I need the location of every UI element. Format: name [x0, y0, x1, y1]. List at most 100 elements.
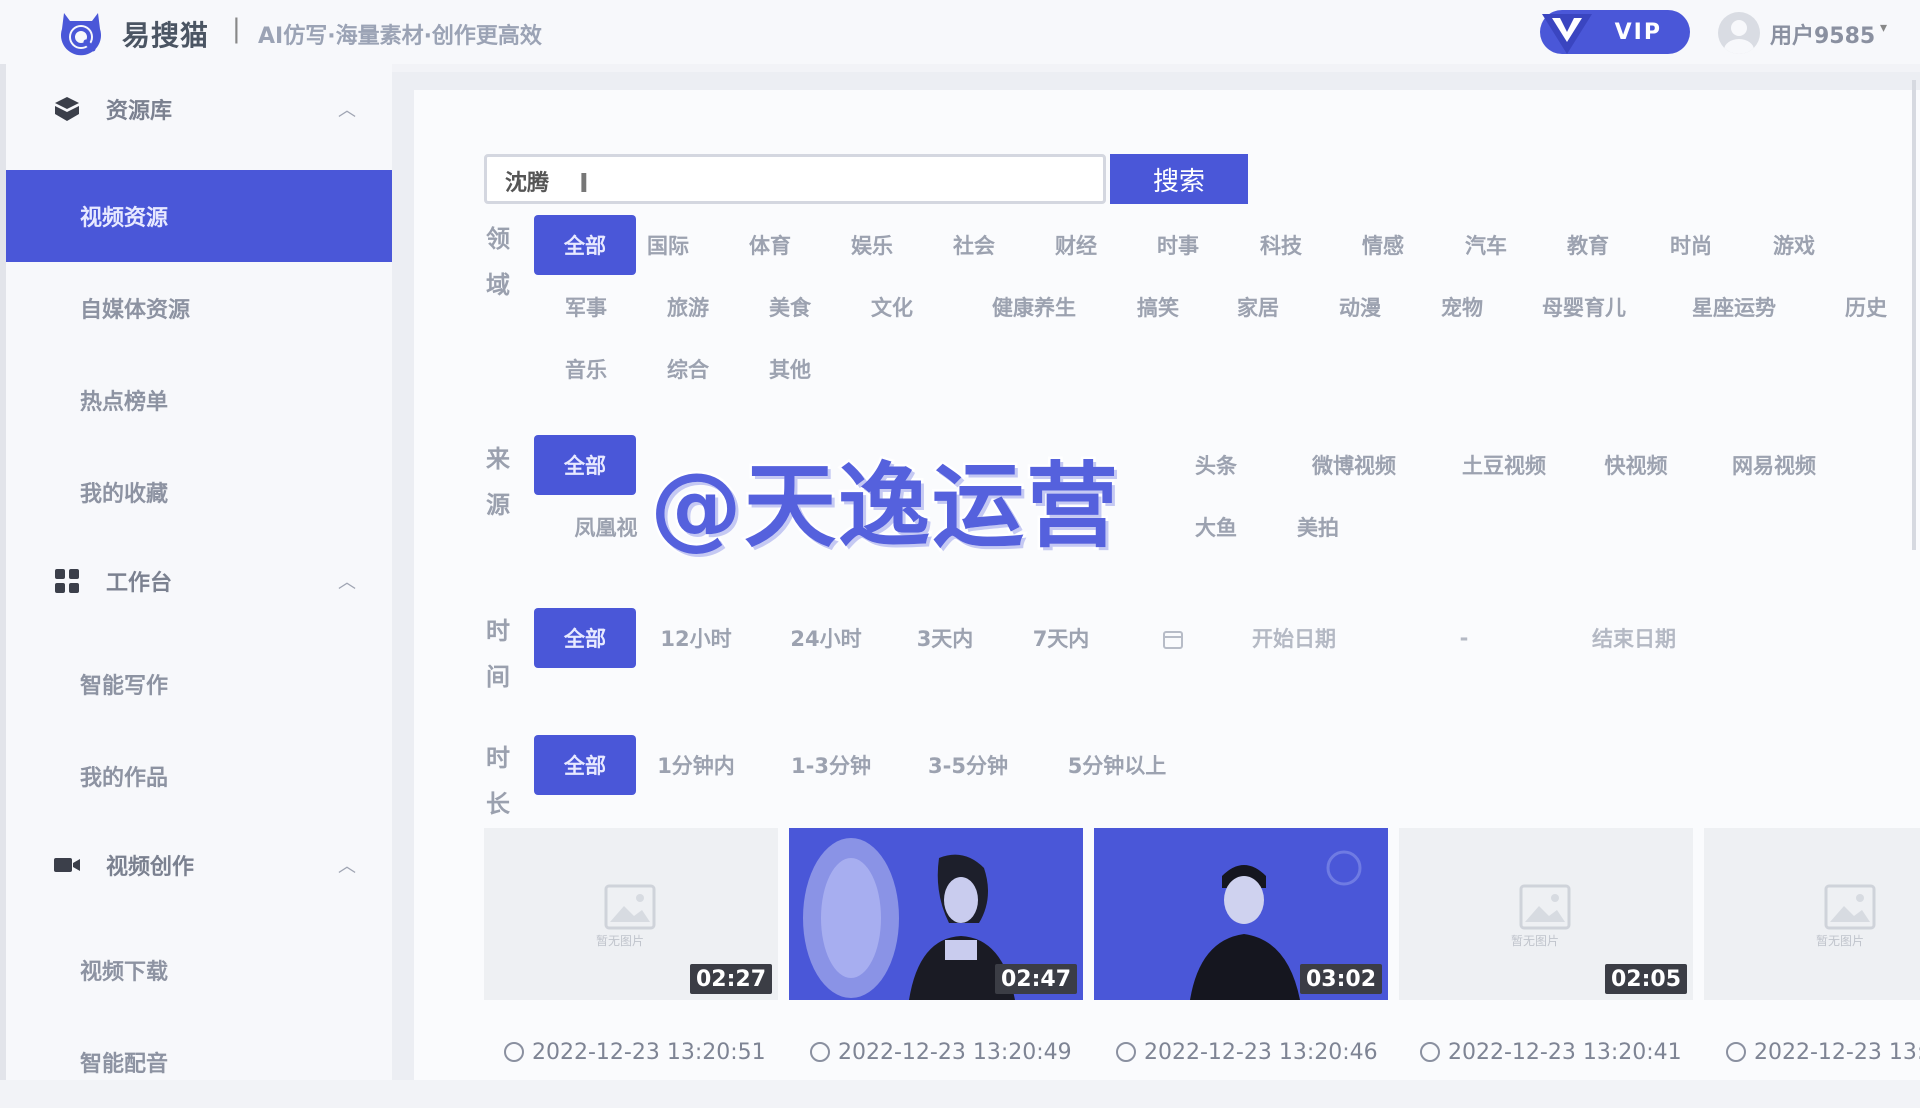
- avatar[interactable]: [1718, 12, 1760, 54]
- date-start-field[interactable]: 开始日期: [1234, 608, 1354, 668]
- sidebar-item-smart-dubbing[interactable]: 智能配音: [6, 1016, 398, 1108]
- grid-icon: [55, 569, 79, 593]
- filter-chip[interactable]: 搞笑: [1126, 277, 1190, 337]
- filter-chip[interactable]: 3-5分钟: [926, 735, 1010, 795]
- sidebar-item-video-resources[interactable]: 视频资源: [6, 170, 398, 262]
- filter-label-source: 来源: [486, 445, 510, 519]
- filter-chip[interactable]: 音乐: [554, 339, 618, 399]
- sidebar-item-my-works[interactable]: 我的作品: [6, 730, 398, 822]
- filter-chip[interactable]: 教育: [1556, 215, 1620, 275]
- filter-chip[interactable]: 文化: [860, 277, 924, 337]
- search-button[interactable]: 搜索: [1110, 154, 1248, 204]
- filter-chip[interactable]: 微博视频: [1304, 435, 1404, 495]
- filter-chip[interactable]: 国际: [636, 215, 700, 275]
- filter-chip[interactable]: 美食: [758, 277, 822, 337]
- filter-chip[interactable]: 星座运势: [1684, 277, 1784, 337]
- filter-chip[interactable]: 头条: [1184, 435, 1248, 495]
- filter-label-domain: 领域: [486, 225, 510, 299]
- sidebar-item-smart-writing[interactable]: 智能写作: [6, 638, 398, 730]
- video-card[interactable]: 02:47: [789, 828, 1083, 1000]
- filter-chip[interactable]: 时尚: [1659, 215, 1723, 275]
- filter-chip[interactable]: 综合: [656, 339, 720, 399]
- filter-label-duration: 时长: [486, 744, 510, 818]
- filter-chip[interactable]: 科技: [1249, 215, 1313, 275]
- sidebar-group-label: 资源库: [106, 99, 173, 124]
- video-timestamp: 2022-12-23 13:20:41: [1420, 1040, 1682, 1065]
- filter-chip[interactable]: 1分钟内: [654, 735, 738, 795]
- logo-icon[interactable]: [56, 9, 106, 59]
- user-menu-caret-icon[interactable]: ▾: [1880, 20, 1887, 36]
- video-card[interactable]: 暂无图片 02:27: [484, 828, 778, 1000]
- watermark-overlay: @天逸运营: [647, 451, 1121, 563]
- filter-chip[interactable]: 全部: [534, 215, 636, 275]
- sidebar-item-hot-list[interactable]: 热点榜单: [6, 354, 398, 446]
- filter-chip[interactable]: 体育: [738, 215, 802, 275]
- filter-chip[interactable]: 宠物: [1430, 277, 1494, 337]
- filter-chip[interactable]: 军事: [554, 277, 618, 337]
- video-duration: 02:47: [994, 964, 1077, 994]
- date-end-field[interactable]: 结束日期: [1574, 608, 1694, 668]
- text-cursor-icon: I: [579, 169, 589, 199]
- sidebar-group-video-creation[interactable]: 视频创作 ︿: [6, 820, 398, 910]
- filter-chip[interactable]: 全部: [534, 435, 636, 495]
- video-card[interactable]: 暂无图片: [1704, 828, 1920, 1000]
- placeholder-text: 暂无图片: [596, 934, 645, 948]
- filter-chip[interactable]: 社会: [942, 215, 1006, 275]
- timestamp-text: 2022-12-23 13:20:46: [1144, 1040, 1378, 1065]
- sidebar-group-workbench[interactable]: 工作台 ︿: [6, 536, 398, 626]
- filter-chip[interactable]: 5分钟以上: [1062, 735, 1172, 795]
- filter-chip[interactable]: 情感: [1351, 215, 1415, 275]
- filter-chip[interactable]: 1-3分钟: [789, 735, 873, 795]
- filter-chip[interactable]: 大鱼: [1184, 497, 1248, 557]
- sidebar-item-video-download[interactable]: 视频下载: [6, 924, 398, 1016]
- filter-chip[interactable]: 12小时: [654, 608, 738, 668]
- filter-chip[interactable]: 美拍: [1286, 497, 1350, 557]
- filter-chip[interactable]: 家居: [1226, 277, 1290, 337]
- video-duration: 03:02: [1299, 964, 1382, 994]
- filter-chip[interactable]: 全部: [534, 735, 636, 795]
- video-card[interactable]: 03:02: [1094, 828, 1388, 1000]
- sidebar-group-resources[interactable]: 资源库 ︿: [6, 64, 398, 154]
- calendar-icon[interactable]: [1162, 628, 1184, 650]
- sidebar-group-label: 视频创作: [106, 855, 195, 880]
- filter-chip[interactable]: 凤凰视: [564, 497, 648, 557]
- filter-chip[interactable]: 土豆视频: [1454, 435, 1554, 495]
- filter-chip[interactable]: 旅游: [656, 277, 720, 337]
- filter-chip[interactable]: 母婴育儿: [1534, 277, 1634, 337]
- filter-chip[interactable]: 汽车: [1454, 215, 1518, 275]
- filter-chip[interactable]: 网易视频: [1724, 435, 1824, 495]
- video-timestamp: 2022-12-23 13:20:46: [1116, 1040, 1378, 1065]
- filter-chip[interactable]: 游戏: [1762, 215, 1826, 275]
- filter-chip[interactable]: 其他: [758, 339, 822, 399]
- brand-separator: |: [232, 14, 241, 44]
- brand-name: 易搜猫: [122, 19, 210, 52]
- brand-slogan: AI仿写·海量素材·创作更高效: [258, 24, 542, 49]
- scrollbar[interactable]: [1912, 80, 1916, 550]
- image-placeholder-icon: [1824, 884, 1876, 930]
- filter-chip[interactable]: 娱乐: [840, 215, 904, 275]
- filter-chip[interactable]: 时事: [1146, 215, 1210, 275]
- timestamp-text: 2022-12-23 13:20:49: [838, 1040, 1072, 1065]
- filter-chip[interactable]: 健康养生: [984, 277, 1084, 337]
- filter-chip[interactable]: 7天内: [1024, 608, 1098, 668]
- filter-chip[interactable]: 24小时: [784, 608, 868, 668]
- filter-chip[interactable]: 财经: [1044, 215, 1108, 275]
- sidebar-item-favorites[interactable]: 我的收藏: [6, 446, 398, 538]
- filter-chip[interactable]: 全部: [534, 608, 636, 668]
- filter-chip[interactable]: 3天内: [908, 608, 982, 668]
- vip-button[interactable]: VIP: [1540, 10, 1690, 54]
- image-placeholder-icon: [1519, 884, 1571, 930]
- chevron-up-icon[interactable]: ︿: [338, 568, 356, 594]
- video-camera-icon: [54, 858, 80, 872]
- filter-chip[interactable]: 快视频: [1594, 435, 1678, 495]
- filter-chip[interactable]: 历史: [1834, 277, 1898, 337]
- chevron-up-icon[interactable]: ︿: [338, 852, 356, 878]
- clock-icon: [1116, 1042, 1136, 1062]
- clock-icon: [1726, 1042, 1746, 1062]
- sidebar-item-media-resources[interactable]: 自媒体资源: [6, 262, 398, 354]
- chevron-up-icon[interactable]: ︿: [338, 96, 356, 122]
- user-name[interactable]: 用户9585: [1770, 18, 1875, 50]
- filter-chip[interactable]: 动漫: [1328, 277, 1392, 337]
- search-input[interactable]: 沈腾 I: [484, 154, 1106, 204]
- video-card[interactable]: 暂无图片 02:05: [1399, 828, 1693, 1000]
